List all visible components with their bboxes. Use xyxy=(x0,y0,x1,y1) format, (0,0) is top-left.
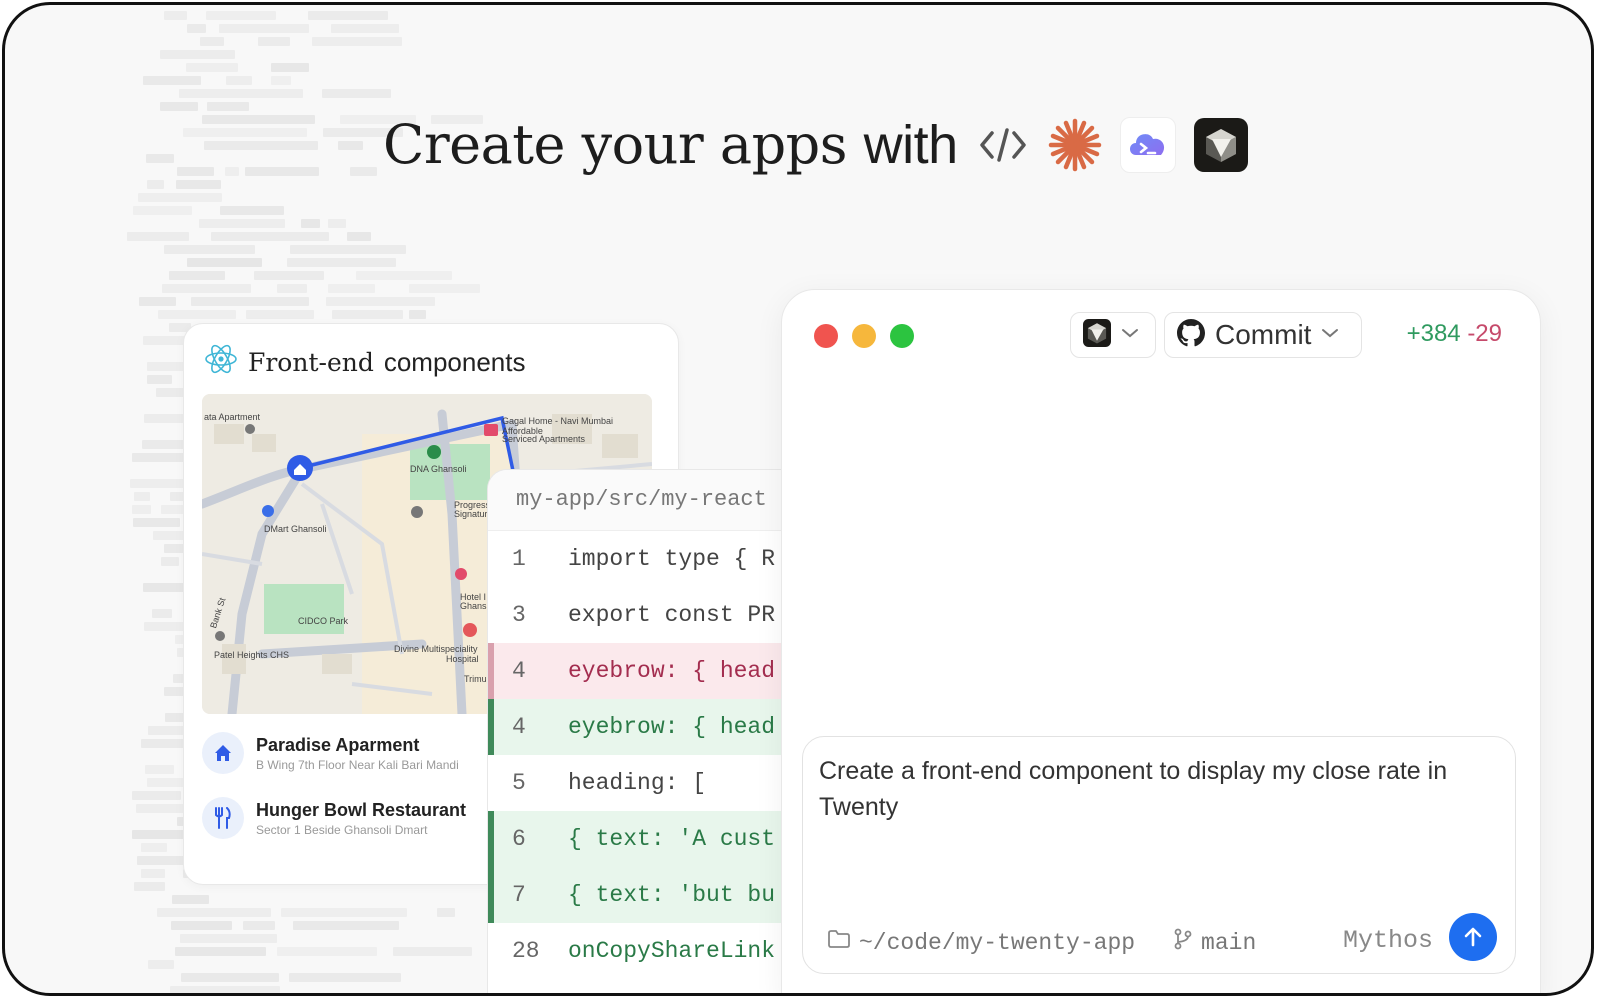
map-label: Trimu xyxy=(464,674,487,684)
agent-selector-dropdown[interactable] xyxy=(1070,312,1156,358)
code-brackets-icon xyxy=(976,118,1030,172)
deletions-count: -29 xyxy=(1467,320,1502,347)
map-label: Divine Multispeciality xyxy=(394,644,478,654)
map-label: ata Apartment xyxy=(204,412,261,422)
git-branch-icon xyxy=(1173,928,1193,957)
minimize-window-button[interactable] xyxy=(852,324,876,348)
file-path: my-app/src/my-react xyxy=(488,470,808,531)
prompt-box[interactable]: Create a front-end component to display … xyxy=(802,736,1516,974)
hero-headline: Create your apps with xyxy=(383,113,1248,176)
hero-title: Create your apps with xyxy=(383,113,958,176)
maximize-window-button[interactable] xyxy=(890,324,914,348)
place-name: Hunger Bowl Restaurant xyxy=(256,799,467,820)
additions-count: +384 xyxy=(1406,320,1461,347)
map-label: Hospital xyxy=(446,654,479,664)
agent-window: Commit +384 -29 Create a front-end compo… xyxy=(781,289,1541,993)
map-label: CIDCO Park xyxy=(298,616,349,626)
map-label: Patel Heights CHS xyxy=(214,650,290,660)
code-line: 3 export const PR xyxy=(512,602,776,628)
map-label: Serviced Apartments xyxy=(502,434,586,444)
prompt-meta: ~/code/my-twenty-app main xyxy=(827,928,1256,957)
place-name: Paradise Aparment xyxy=(256,734,420,755)
commit-dropdown[interactable]: Commit xyxy=(1164,312,1362,358)
place-address: Sector 1 Beside Ghansoli Dmart xyxy=(256,822,428,837)
window-controls xyxy=(814,324,914,348)
code-line-added: 6{ text: 'A cust xyxy=(488,811,808,867)
cursor-cube-icon xyxy=(1193,117,1248,172)
claude-asterisk-icon xyxy=(1048,118,1102,172)
card-title-bold: components xyxy=(383,347,526,377)
github-icon xyxy=(1177,318,1205,352)
card-title-light: Front-end xyxy=(248,348,374,377)
map-label: DNA Ghansoli xyxy=(410,464,467,474)
place-item[interactable]: Paradise Aparment B Wing 7th Floor Near … xyxy=(202,732,459,774)
card-title: Front-end components xyxy=(204,342,526,383)
home-icon xyxy=(202,732,244,774)
code-line-added: 4 eyebrow: { head xyxy=(488,699,808,755)
prompt-input[interactable]: Create a front-end component to display … xyxy=(819,753,1499,825)
commit-label: Commit xyxy=(1215,319,1312,350)
arrow-up-icon xyxy=(1464,927,1482,947)
diff-stats: +384 -29 xyxy=(1407,320,1502,348)
folder-path[interactable]: ~/code/my-twenty-app xyxy=(859,930,1135,956)
close-window-button[interactable] xyxy=(814,324,838,348)
code-diff-panel: my-app/src/my-react 1 import type { R 3 ex… xyxy=(487,469,808,993)
place-address: B Wing 7th Floor Near Kali Bari Mandi xyxy=(256,757,459,772)
map-label: Ghans xyxy=(460,601,487,611)
send-button[interactable] xyxy=(1449,913,1497,961)
code-line: 28 onCopyShareLink xyxy=(512,938,776,964)
code-line-removed: 4 eyebrow: { head xyxy=(488,643,808,699)
place-item[interactable]: Hunger Bowl Restaurant Sector 1 Beside G… xyxy=(202,797,466,839)
chevron-down-icon xyxy=(1321,326,1339,344)
app-frame: Create your apps with Front-end componen… xyxy=(2,2,1594,996)
branch-name[interactable]: main xyxy=(1201,930,1256,956)
restaurant-icon xyxy=(202,797,244,839)
model-selector[interactable]: Mythos xyxy=(1343,926,1433,955)
cursor-cube-icon xyxy=(1083,318,1111,352)
map-label: Gagal Home - Navi Mumbai xyxy=(502,416,614,426)
map-label: DMart Ghansoli xyxy=(264,524,327,534)
code-line: 1 import type { R xyxy=(512,546,776,572)
chevron-down-icon xyxy=(1121,326,1139,344)
folder-icon xyxy=(827,929,851,956)
gemini-cli-icon xyxy=(1119,116,1176,173)
code-line: 5 heading: [ xyxy=(512,770,707,796)
code-line-added: 7{ text: 'but bu xyxy=(488,867,808,923)
react-icon xyxy=(204,342,238,383)
